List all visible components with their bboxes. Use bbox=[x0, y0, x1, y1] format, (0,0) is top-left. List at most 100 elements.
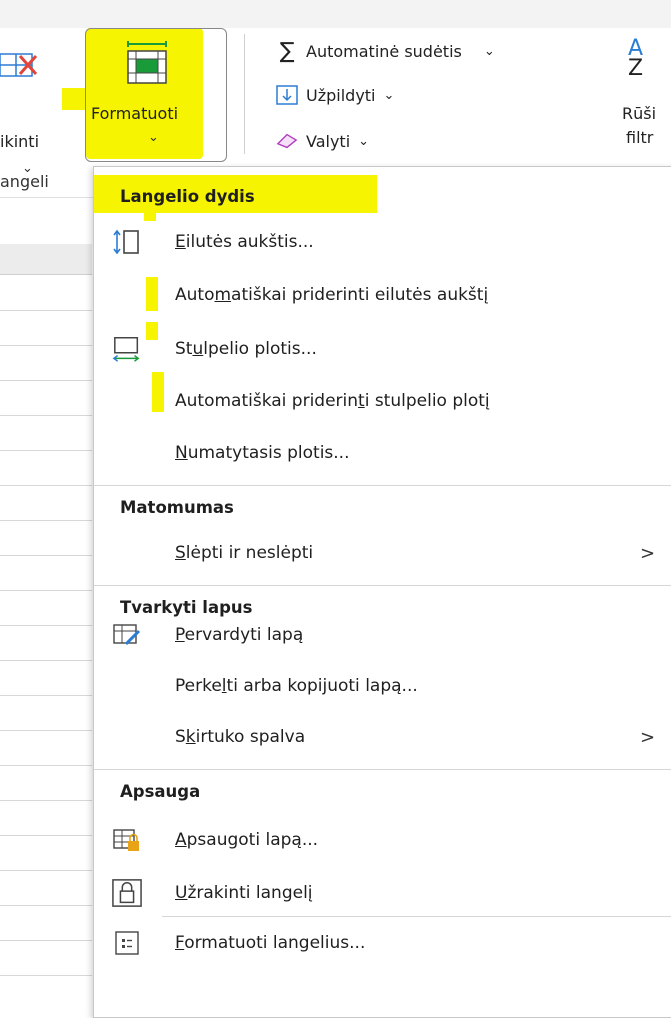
label-part: lpelio plotis... bbox=[203, 339, 317, 359]
sigma-icon: ∑ bbox=[279, 38, 295, 64]
sort-z-icon: Z bbox=[628, 56, 644, 81]
menu-separator bbox=[162, 916, 671, 917]
label-part: atiškai priderinti eilutės aukštį bbox=[231, 285, 489, 305]
clear-label: Valyti bbox=[306, 131, 351, 151]
fill-down-icon bbox=[276, 84, 298, 106]
access-key: P bbox=[175, 625, 185, 645]
row-height-icon bbox=[112, 227, 142, 257]
menu-item-label: Skirtuko spalva bbox=[175, 727, 305, 747]
sort-label: Rūši bbox=[622, 104, 657, 123]
label-part: irtuko spalva bbox=[195, 727, 306, 747]
menu-item-label: Perkelti arba kopijuoti lapą... bbox=[175, 676, 418, 696]
label-part: psaugoti lapą... bbox=[186, 830, 319, 850]
grid-row-line bbox=[0, 555, 92, 556]
grid-row-line bbox=[0, 765, 92, 766]
menu-item-label: Automatiškai priderinti stulpelio plotį bbox=[175, 391, 490, 411]
format-cells-icon bbox=[112, 928, 142, 958]
menu-item[interactable]: Perkelti arba kopijuoti lapą... bbox=[94, 666, 671, 706]
menu-item-label: Automatiškai priderinti eilutės aukštį bbox=[175, 285, 488, 305]
format-dropdown-menu: Langelio dydis Eilutės aukštis... Automati… bbox=[93, 166, 671, 1018]
access-key: A bbox=[175, 830, 187, 850]
grid-row-line bbox=[0, 905, 92, 906]
access-key: E bbox=[175, 232, 186, 252]
eraser-icon bbox=[276, 130, 298, 152]
grid-row-line bbox=[0, 940, 92, 941]
label-part: i stulpelio plotį bbox=[364, 391, 490, 411]
label-part: lėpti ir neslėpti bbox=[185, 543, 314, 563]
menu-item[interactable]: Eilutės aukštis... bbox=[94, 222, 671, 262]
grid-row-line bbox=[0, 590, 92, 591]
label-part: S bbox=[175, 727, 186, 747]
label-part: ti arba kopijuoti lapą... bbox=[226, 676, 418, 696]
fill-label: Užpildyti bbox=[306, 85, 376, 105]
label-part: ilutės aukštis... bbox=[185, 232, 314, 252]
grid-row-line bbox=[0, 345, 92, 346]
delete-cells-icon bbox=[0, 53, 38, 77]
access-key: u bbox=[192, 339, 204, 359]
delete-button[interactable]: ikinti ⌄ bbox=[0, 28, 80, 176]
menu-item-label: Pervardyti lapą bbox=[175, 625, 303, 645]
chevron-down-icon: ⌄ bbox=[358, 133, 370, 149]
grid-row-line bbox=[0, 730, 92, 731]
column-width-icon bbox=[112, 334, 142, 364]
format-button[interactable]: Formatuoti ⌄ bbox=[85, 28, 227, 162]
menu-item[interactable]: Numatytasis plotis... bbox=[94, 433, 671, 473]
menu-separator bbox=[94, 485, 671, 486]
fill-button[interactable]: Užpildyti ⌄ bbox=[276, 84, 394, 106]
menu-item-label: Apsaugoti lapą... bbox=[175, 830, 318, 850]
rename-sheet-icon bbox=[112, 620, 142, 650]
menu-item[interactable]: Slėpti ir neslėpti > bbox=[94, 533, 671, 573]
label-part: žrakinti langelį bbox=[187, 883, 313, 903]
menu-item[interactable]: Užrakinti langelį bbox=[94, 873, 671, 913]
title-strip bbox=[0, 0, 671, 28]
access-key: m bbox=[214, 285, 232, 305]
menu-item[interactable]: Automatiškai priderinti eilutės aukštį bbox=[94, 275, 671, 315]
menu-item-label: Stulpelio plotis... bbox=[175, 339, 317, 359]
grid-row-line bbox=[0, 975, 92, 976]
clear-button[interactable]: Valyti ⌄ bbox=[276, 130, 369, 152]
delete-label: ikinti bbox=[0, 132, 40, 151]
access-key: t bbox=[358, 391, 365, 411]
menu-item[interactable]: Automatiškai priderinti stulpelio plotį bbox=[94, 381, 671, 421]
menu-item-label: Numatytasis plotis... bbox=[175, 443, 350, 463]
label-part: Perke bbox=[175, 676, 222, 696]
grid-row-line bbox=[0, 695, 92, 696]
grid-row-line bbox=[0, 485, 92, 486]
access-key: S bbox=[175, 543, 186, 563]
sort-filter-button[interactable]: A Z Rūši filtr bbox=[620, 36, 671, 156]
menu-item-label: Eilutės aukštis... bbox=[175, 232, 314, 252]
menu-item-label: Slėpti ir neslėpti bbox=[175, 543, 313, 563]
menu-item[interactable]: Stulpelio plotis... bbox=[94, 329, 671, 369]
menu-item[interactable]: Skirtuko spalva > bbox=[94, 717, 671, 757]
menu-item[interactable]: Apsaugoti lapą... bbox=[94, 820, 671, 860]
menu-separator bbox=[94, 769, 671, 770]
filter-label: filtr bbox=[626, 128, 654, 147]
menu-item[interactable]: Pervardyti lapą bbox=[94, 615, 671, 655]
chevron-down-icon: ⌄ bbox=[148, 130, 159, 145]
menu-separator bbox=[94, 585, 671, 586]
grid-row-line bbox=[0, 310, 92, 311]
label-part: Automatiškai priderin bbox=[175, 391, 359, 411]
access-key: F bbox=[175, 933, 185, 953]
menu-item-label: Formatuoti langelius... bbox=[175, 933, 365, 953]
label-part: St bbox=[175, 339, 193, 359]
grid-row-line bbox=[0, 625, 92, 626]
protect-sheet-icon bbox=[112, 825, 142, 855]
section-title: Matomumas bbox=[120, 498, 234, 517]
access-key: k bbox=[185, 727, 196, 747]
worksheet-grid[interactable] bbox=[0, 200, 92, 990]
access-key: U bbox=[175, 883, 188, 903]
autosum-label: Automatinė sudėtis bbox=[306, 41, 462, 61]
label-part: ervardyti lapą bbox=[184, 625, 304, 645]
chevron-down-icon: ⌄ bbox=[483, 43, 495, 59]
ribbon-separator bbox=[244, 34, 245, 154]
section-title: Langelio dydis bbox=[120, 187, 255, 206]
menu-item[interactable]: Formatuoti langelius... bbox=[94, 923, 671, 963]
format-label: Formatuoti bbox=[91, 104, 179, 123]
menu-item-label: Užrakinti langelį bbox=[175, 883, 313, 903]
grid-row-line bbox=[0, 520, 92, 521]
access-key: N bbox=[175, 443, 188, 463]
autosum-button[interactable]: ∑ Automatinė sudėtis ⌄ bbox=[276, 38, 495, 64]
format-cells-ribbon-icon bbox=[127, 41, 167, 84]
section-title: Apsauga bbox=[120, 782, 201, 801]
